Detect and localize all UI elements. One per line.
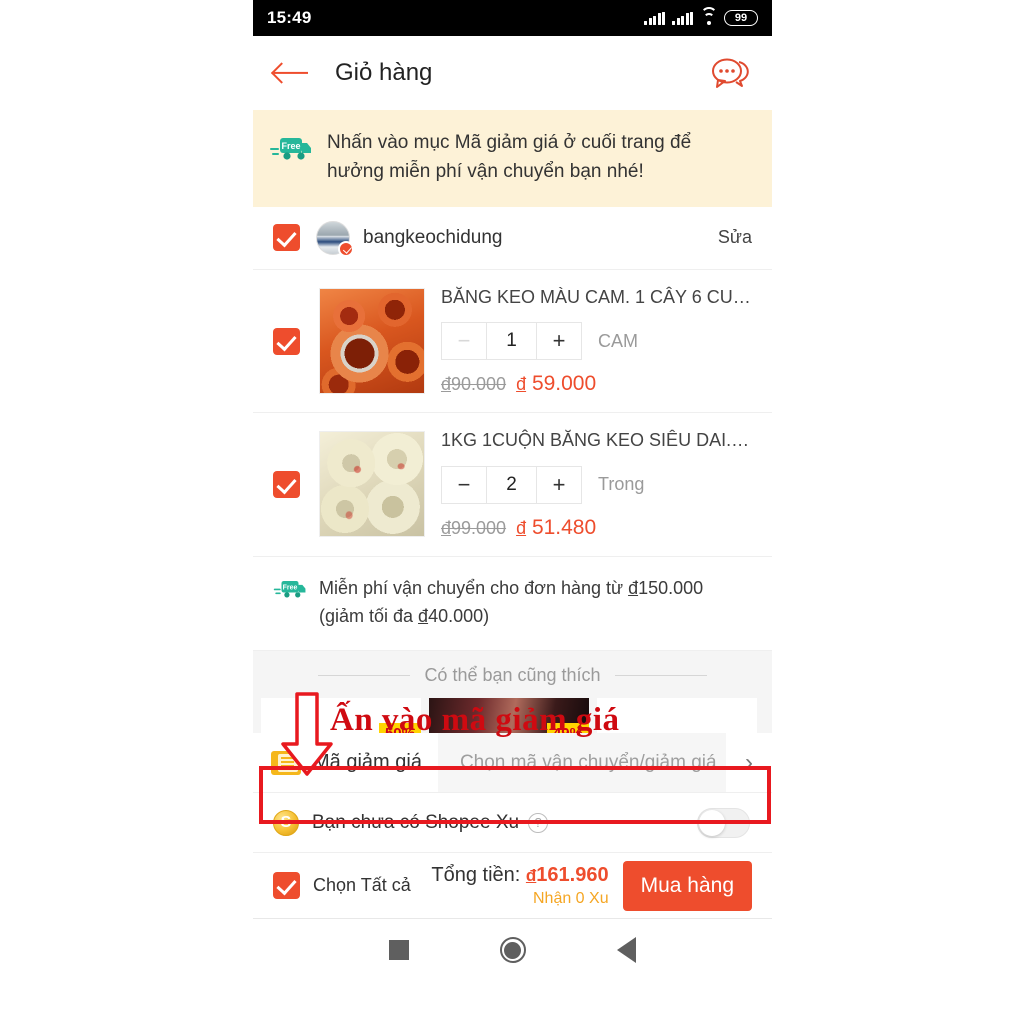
quantity-value[interactable]: 2 [486,466,537,503]
shop-avatar[interactable] [316,220,354,257]
buy-button[interactable]: Mua hàng [622,860,752,911]
shopee-xu-label: Bạn chưa có Shopee Xu [312,811,520,833]
cart-content: Free Nhấn vào mục Mã giảm giá ở cuối tra… [253,110,772,920]
free-shipping-truck-icon: Free [273,579,307,608]
discount-badge: 50% [378,723,421,734]
svg-text:Free: Free [283,584,298,591]
svg-text:Free: Free [281,141,300,151]
coins-earned-note: Nhận 0 Xu [532,889,609,907]
triangle-back-icon[interactable] [617,937,637,964]
voucher-placeholder: Chọn mã vận chuyển/giảm giá [459,751,717,773]
status-bar-icons: 99 [644,6,758,26]
freeship-note-text: Miễn phí vận chuyển cho đơn hàng từ đ150… [319,577,704,626]
promo-banner[interactable]: Free Nhấn vào mục Mã giảm giá ở cuối tra… [253,110,772,207]
quantity-decrease-button[interactable]: − [442,467,486,503]
checkout-bar: Chọn Tất cả Tổng tiền: đ161.960 Nhận 0 X… [253,853,772,920]
square-recents-icon[interactable] [388,940,409,961]
chat-bubble-icon[interactable] [708,53,752,93]
shop-checkbox[interactable] [273,224,300,252]
item-variant[interactable]: CAM [598,331,638,352]
promo-banner-text: Nhấn vào mục Mã giảm giá ở cuối trang để… [327,132,692,183]
recommendation-card[interactable]: 50% [261,698,421,734]
item-price-row: đ90.000 đ 59.000 [441,372,752,396]
battery-icon: 99 [724,10,758,26]
quantity-decrease-button[interactable]: − [442,323,486,359]
quantity-increase-button[interactable]: + [537,467,581,503]
item-title[interactable]: BĂNG KEO MÀU CAM. 1 CÂY 6 CUỘN [441,286,752,309]
voucher-label: Mã giảm giá [313,751,422,774]
android-nav-bar [253,919,772,982]
item-original-price: đ90.000 [441,374,507,395]
chevron-right-icon[interactable]: › [726,733,772,792]
recommendation-cards: 50% 49% [261,698,772,734]
status-bar: 15:49 99 [253,0,772,36]
voucher-row[interactable]: Mã giảm giá Chọn mã vận chuyển/giảm giá … [253,733,772,794]
discount-badge: 49% [546,723,589,734]
item-current-price: đ 51.480 [516,515,597,539]
quantity-increase-button[interactable]: + [537,323,581,359]
circle-home-icon[interactable] [499,937,526,964]
select-all-checkbox[interactable] [273,872,300,900]
item-original-price: đ99.000 [441,517,507,538]
item-variant[interactable]: Trong [598,474,644,495]
recommendations-heading: Có thể bạn cũng thích [424,665,601,686]
page-title: Giỏ hàng [335,59,433,86]
item-checkbox[interactable] [273,327,300,355]
item-title[interactable]: 1KG 1CUỘN BĂNG KEO SIÊU DAI. LÕI … [441,429,752,452]
recommendation-card[interactable] [597,698,757,734]
order-totals: Tổng tiền: đ161.960 Nhận 0 Xu [431,864,608,908]
shopee-xu-row: S Bạn chưa có Shopee Xu ? [253,793,772,854]
wifi-icon [700,6,717,25]
cart-item: 1KG 1CUỘN BĂNG KEO SIÊU DAI. LÕI … − 2 +… [253,413,772,557]
item-info: 1KG 1CUỘN BĂNG KEO SIÊU DAI. LÕI … − 2 +… [441,429,752,539]
free-shipping-truck-icon: Free [269,134,313,173]
item-price-row: đ99.000 đ 51.480 [441,516,752,540]
shop-name[interactable]: bangkeochidung [363,227,502,249]
app-header: Giỏ hàng [253,36,772,110]
recommendations-heading-row: Có thể bạn cũng thích [253,651,772,686]
item-current-price: đ 59.000 [516,372,597,396]
screenshot-canvas: 15:49 99 Giỏ hàng Free Nhấn vào mục Mã g… [0,0,1024,1024]
help-icon[interactable]: ? [528,812,549,833]
quantity-value[interactable]: 1 [486,323,537,360]
voucher-ticket-icon [271,750,301,775]
phone-screen: 15:49 99 Giỏ hàng Free Nhấn vào mục Mã g… [253,0,772,1024]
shop-row: bangkeochidung Sửa [253,207,772,270]
quantity-stepper: − 1 + [441,322,582,361]
total-amount-row: Tổng tiền: đ161.960 [431,863,609,886]
back-arrow-icon[interactable] [273,58,313,88]
recommendation-card[interactable]: 49% [429,698,589,734]
freeship-note: Free Miễn phí vận chuyển cho đơn hàng từ… [253,557,772,652]
item-quantity-row: − 1 + CAM [441,322,752,361]
signal-bars-icon [644,11,665,25]
status-bar-time: 15:49 [267,8,312,27]
select-all-label[interactable]: Chọn Tất cả [313,875,411,896]
divider-left [318,675,411,677]
voucher-input[interactable]: Chọn mã vận chuyển/giảm giá [437,733,726,793]
item-thumbnail[interactable] [319,431,425,538]
shop-edit-button[interactable]: Sửa [718,227,752,248]
cart-item: BĂNG KEO MÀU CAM. 1 CÂY 6 CUỘN − 1 + CAM… [253,270,772,414]
quantity-stepper: − 2 + [441,465,582,504]
shopee-coin-icon: S [273,809,299,836]
divider-right [614,675,707,677]
recommendations-section: Có thể bạn cũng thích 50% 49% [253,651,772,734]
item-info: BĂNG KEO MÀU CAM. 1 CÂY 6 CUỘN − 1 + CAM… [441,286,752,396]
verified-badge-icon [338,240,354,257]
item-thumbnail[interactable] [319,288,425,395]
item-quantity-row: − 2 + Trong [441,465,752,504]
signal-bars-icon-2 [672,11,693,25]
shopee-xu-toggle[interactable] [697,807,750,838]
item-checkbox[interactable] [273,470,300,498]
